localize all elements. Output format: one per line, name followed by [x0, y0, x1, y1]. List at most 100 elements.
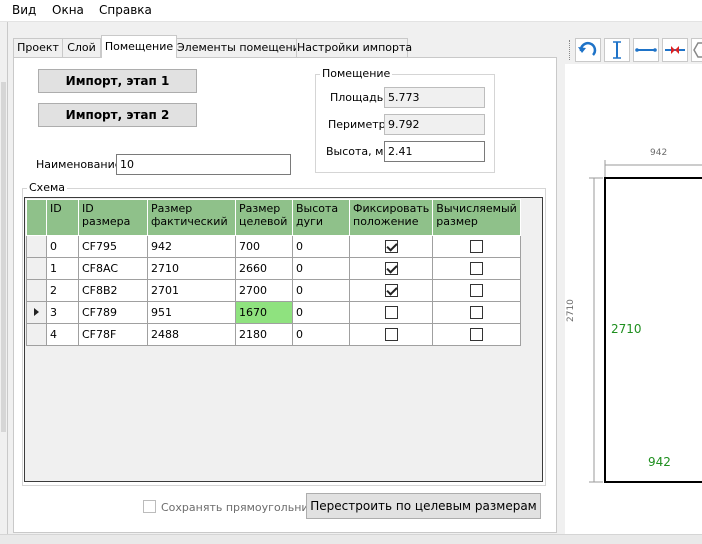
tab-room-elements[interactable]: Элементы помещения [176, 38, 306, 57]
calculated-size-checkbox[interactable] [470, 284, 484, 298]
grid-cell-arc[interactable]: 0 [292, 279, 350, 302]
grid-cell-fix [348, 257, 434, 280]
grid-cell-size-id[interactable]: CF8AC [78, 257, 148, 280]
grid-cell-actual[interactable]: 942 [147, 235, 236, 258]
grid-cell-target[interactable]: 700 [235, 235, 293, 258]
calculated-size-checkbox[interactable] [470, 306, 484, 320]
grid-cell-size-id[interactable]: CF78F [78, 323, 148, 346]
grid-cell-calc [432, 257, 521, 280]
table-row[interactable]: 0 CF795 942 700 0 [26, 235, 521, 258]
tab-layer[interactable]: Слой [62, 38, 101, 57]
keep-rectangle-label: Сохранять прямоугольник [161, 501, 316, 514]
grid-cell-fix [348, 301, 434, 324]
perimeter-field: 9.792 [384, 114, 485, 135]
name-label: Наименование [36, 158, 122, 171]
grid-cell-arc[interactable]: 0 [292, 301, 350, 324]
keep-rectangle-checkbox[interactable] [143, 500, 156, 513]
drawing-canvas[interactable]: 942 2710 2710 942 [565, 64, 702, 534]
calculated-size-checkbox[interactable] [470, 240, 484, 254]
split-segment-icon[interactable] [662, 38, 688, 62]
status-bar [0, 534, 702, 544]
hexagon-icon[interactable] [691, 38, 702, 62]
grid-cell-id[interactable]: 4 [46, 323, 79, 346]
fix-position-checkbox[interactable] [384, 240, 398, 254]
fix-position-checkbox[interactable] [384, 306, 398, 320]
grid-cell-arc[interactable]: 0 [292, 257, 350, 280]
row-header[interactable] [26, 257, 47, 280]
grid-cell-id[interactable]: 2 [46, 279, 79, 302]
tab-import-settings[interactable]: Настройки импорта [296, 38, 412, 57]
grid-cell-actual[interactable]: 2488 [147, 323, 236, 346]
left-scrollbar[interactable] [1, 82, 6, 432]
top-dimension-label: 942 [650, 148, 668, 158]
drawing-toolbar [565, 36, 702, 64]
grid-column-header[interactable]: ID размера [78, 199, 148, 236]
grid-cell-target[interactable]: 2660 [235, 257, 293, 280]
grid-column-header[interactable]: ID [46, 199, 79, 236]
import-stage-1-button[interactable]: Импорт, этап 1 [38, 69, 197, 93]
area-label: Площадь [330, 91, 384, 104]
grid-cell-calc [432, 301, 521, 324]
grid-column-header[interactable]: Фиксировать положение [348, 199, 434, 236]
sizes-grid: ID ID размера Размер фактический Размер цел… [24, 197, 543, 482]
name-input[interactable]: 10 [116, 154, 291, 175]
grid-cell-size-id[interactable]: CF8B2 [78, 279, 148, 302]
area-field: 5.773 [384, 87, 485, 108]
grid-cell-actual[interactable]: 2701 [147, 279, 236, 302]
inner-left-wall-label: 2710 [611, 322, 642, 336]
grid-cell-actual[interactable]: 951 [147, 301, 236, 324]
grid-column-header[interactable]: Высота дуги [292, 199, 350, 236]
grid-cell-calc [432, 323, 521, 346]
fix-position-checkbox[interactable] [384, 284, 398, 298]
row-header[interactable] [26, 235, 47, 258]
grid-cell-calc [432, 279, 521, 302]
fix-position-checkbox[interactable] [384, 328, 398, 342]
height-label: Высота, м [326, 145, 384, 158]
grid-cell-arc[interactable]: 0 [292, 235, 350, 258]
row-header[interactable] [26, 301, 47, 324]
grid-column-header[interactable]: Вычисляемый размер [432, 199, 521, 236]
calculated-size-checkbox[interactable] [470, 328, 484, 342]
grid-cell-target[interactable]: 2700 [235, 279, 293, 302]
fix-position-checkbox[interactable] [384, 262, 398, 276]
vertical-dimension-icon[interactable] [604, 38, 630, 62]
sizes-table: ID ID размера Размер фактический Размер цел… [26, 199, 521, 346]
grid-cell-id[interactable]: 3 [46, 301, 79, 324]
grid-cell-size-id[interactable]: CF795 [78, 235, 148, 258]
grid-cell-actual[interactable]: 2710 [147, 257, 236, 280]
grid-cell-target[interactable]: 1670 [235, 301, 293, 324]
tab-room[interactable]: Помещение [101, 35, 177, 58]
menu-bar: Вид Окна Справка [0, 0, 702, 22]
grid-column-header[interactable]: Размер фактический [147, 199, 236, 236]
schema-group-title: Схема [27, 181, 67, 194]
grid-cell-size-id[interactable]: CF789 [78, 301, 148, 324]
menu-help[interactable]: Справка [99, 3, 152, 17]
table-row[interactable]: 2 CF8B2 2701 2700 0 [26, 279, 521, 302]
grid-cell-fix [348, 323, 434, 346]
tab-project[interactable]: Проект [13, 38, 63, 57]
menu-windows[interactable]: Окна [52, 3, 84, 17]
grid-column-header[interactable]: Размер целевой [235, 199, 293, 236]
inner-bottom-wall-label: 942 [648, 455, 671, 469]
undo-icon[interactable] [575, 38, 601, 62]
current-row-arrow-icon [34, 308, 39, 316]
row-header[interactable] [26, 323, 47, 346]
table-row[interactable]: 1 CF8AC 2710 2660 0 [26, 257, 521, 280]
grid-cell-calc [432, 235, 521, 258]
table-row[interactable]: 3 CF789 951 1670 0 [26, 301, 521, 324]
horizontal-dimension-icon[interactable] [633, 38, 659, 62]
menu-view[interactable]: Вид [12, 3, 36, 17]
grid-cell-fix [348, 279, 434, 302]
import-stage-2-button[interactable]: Импорт, этап 2 [38, 103, 197, 127]
toolbar-grip [569, 40, 572, 60]
height-input[interactable]: 2.41 [384, 141, 485, 162]
table-row[interactable]: 4 CF78F 2488 2180 0 [26, 323, 521, 346]
grid-cell-target[interactable]: 2180 [235, 323, 293, 346]
grid-cell-arc[interactable]: 0 [292, 323, 350, 346]
rebuild-by-target-button[interactable]: Перестроить по целевым размерам [306, 493, 541, 519]
row-header[interactable] [26, 279, 47, 302]
left-panel-edge [0, 22, 8, 544]
calculated-size-checkbox[interactable] [470, 262, 484, 276]
grid-cell-id[interactable]: 0 [46, 235, 79, 258]
grid-cell-id[interactable]: 1 [46, 257, 79, 280]
